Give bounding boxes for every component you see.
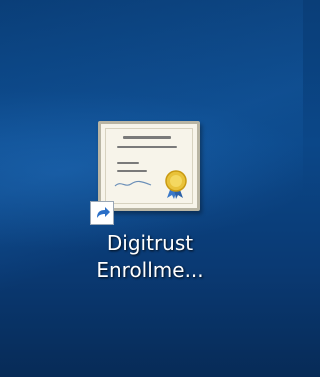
- shortcut-label-line2: Enrollme...: [96, 258, 204, 282]
- certificate-signature: [114, 180, 152, 187]
- certificate-title-line: [123, 136, 171, 139]
- shortcut-arrow-icon: [90, 201, 114, 225]
- certificate-text-line: [117, 170, 147, 172]
- desktop-shortcut-digitrust[interactable]: Digitrust Enrollme...: [70, 105, 230, 305]
- certificate-text-line: [117, 146, 177, 148]
- shortcut-label: Digitrust Enrollme...: [70, 230, 230, 284]
- certificate-text-line: [117, 162, 139, 164]
- shortcut-label-line1: Digitrust: [106, 231, 194, 255]
- certificate-icon: [90, 115, 200, 225]
- gold-seal-icon: [165, 170, 187, 199]
